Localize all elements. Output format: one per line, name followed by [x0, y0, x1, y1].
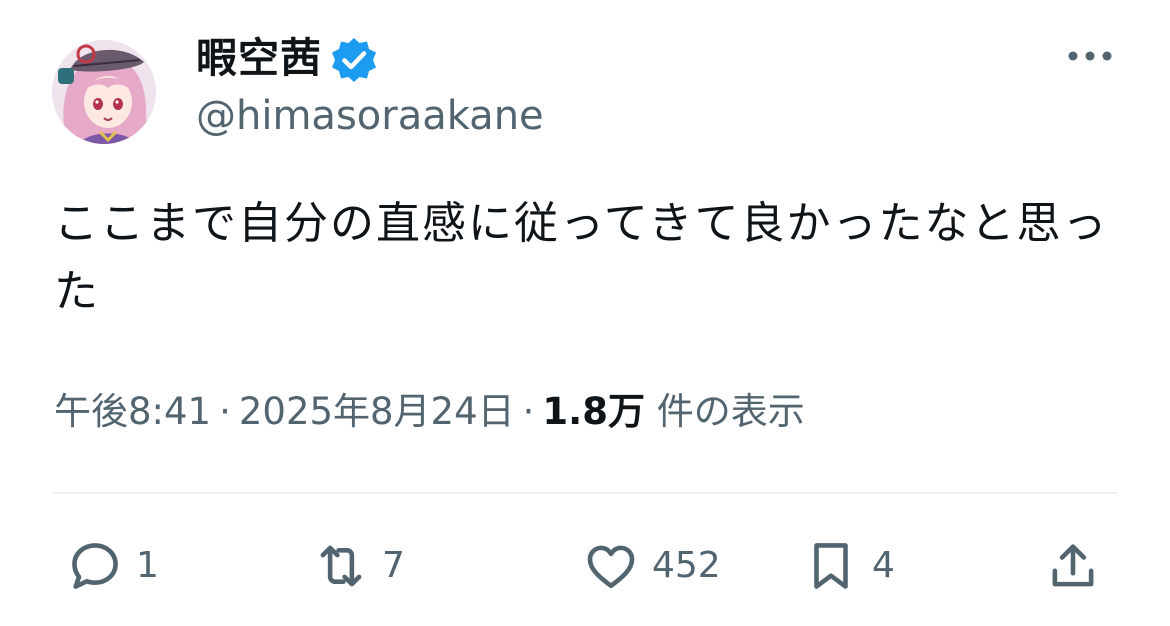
like-button[interactable]: 452 — [582, 536, 721, 596]
reply-icon — [72, 543, 118, 589]
share-icon — [1052, 544, 1094, 587]
bookmark-count: 4 — [872, 545, 895, 586]
views-label: 件の表示 — [656, 390, 805, 433]
meta-separator: · — [522, 390, 535, 433]
share-button[interactable] — [1044, 536, 1102, 596]
views-count[interactable]: 1.8万 — [542, 390, 645, 433]
meta-separator: · — [219, 390, 231, 433]
retweet-icon — [320, 545, 362, 587]
verified-badge-icon — [330, 36, 378, 84]
reply-count: 1 — [136, 545, 159, 586]
user-handle[interactable]: @himasoraakane — [196, 90, 544, 142]
tweet-time[interactable]: 午後8:41 — [54, 390, 211, 433]
bookmark-icon — [814, 543, 848, 589]
tweet-card: 暇空茜 @himasoraakane ここまで自分の直感に従ってきて良かったなと… — [0, 0, 1170, 626]
divider — [52, 492, 1118, 494]
reply-button[interactable]: 1 — [66, 536, 159, 596]
more-options-button[interactable] — [1060, 36, 1120, 76]
tweet-meta: 午後8:41 · 2025年8月24日 · 1.8万 件の表示 — [54, 384, 805, 440]
tweet-date[interactable]: 2025年8月24日 — [239, 390, 515, 433]
bookmark-button[interactable]: 4 — [802, 536, 895, 596]
tweet-text: ここまで自分の直感に従ってきて良かったなと思った — [54, 198, 1109, 317]
avatar[interactable] — [52, 40, 156, 144]
avatar-illustration — [52, 40, 156, 144]
retweet-button[interactable]: 7 — [312, 536, 405, 596]
heart-icon — [587, 545, 635, 589]
like-count: 452 — [652, 545, 721, 586]
more-horizontal-icon — [1068, 51, 1112, 61]
display-name[interactable]: 暇空茜 — [196, 30, 322, 86]
retweet-count: 7 — [382, 545, 405, 586]
